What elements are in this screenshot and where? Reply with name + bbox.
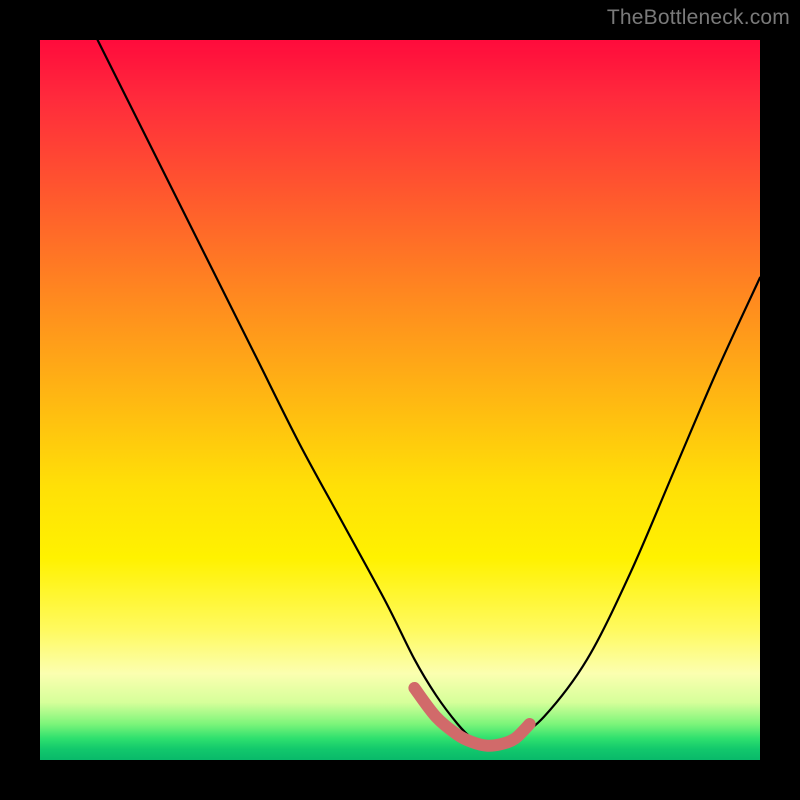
chart-frame: TheBottleneck.com — [0, 0, 800, 800]
main-curve-path — [98, 40, 760, 747]
plot-area — [40, 40, 760, 760]
trough-highlight-path — [414, 688, 529, 746]
watermark-text: TheBottleneck.com — [607, 6, 790, 30]
curve-layer — [40, 40, 760, 760]
